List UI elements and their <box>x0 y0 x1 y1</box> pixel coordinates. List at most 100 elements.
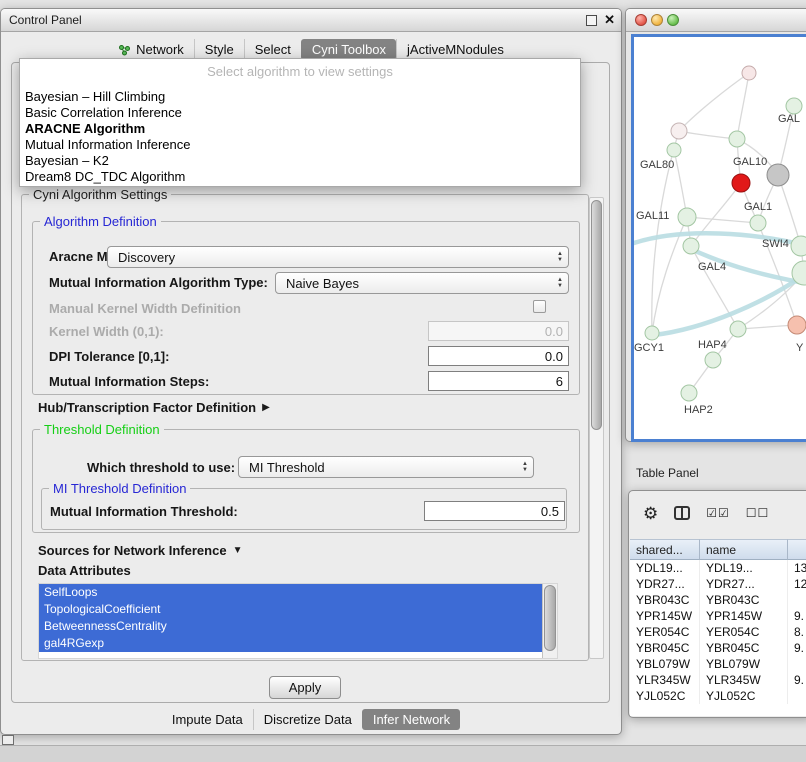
minimize-traffic-light-icon[interactable] <box>651 14 663 26</box>
table-row[interactable]: YDR27...YDR27...12 <box>630 576 806 592</box>
network-node[interactable] <box>671 123 687 139</box>
node-label: HAP2 <box>684 404 713 416</box>
table-panel-window: ⚙ ☑☑ ☐☐ shared...name YDL19...YDL19...13… <box>628 490 806 718</box>
columns-icon[interactable] <box>674 506 690 520</box>
kernel-width-input <box>428 321 569 341</box>
hub-expander[interactable]: Hub/Transcription Factor Definition ▶ <box>38 398 270 416</box>
apply-button[interactable]: Apply <box>269 676 341 699</box>
tab-discretize-data[interactable]: Discretize Data <box>253 709 362 730</box>
tab-jactivemnodules[interactable]: jActiveMNodules <box>396 39 514 60</box>
scrollbar-thumb[interactable] <box>591 200 602 430</box>
table-row[interactable]: YPR145WYPR145W9. <box>630 608 806 624</box>
manual-kernel-checkbox[interactable] <box>533 300 546 313</box>
table-row[interactable]: YBR043CYBR043C <box>630 592 806 608</box>
algorithm-option-dream8-dc-tdc-algorithm[interactable]: Dream8 DC_TDC Algorithm <box>20 169 580 185</box>
aracne-mode-dropdown[interactable]: Discovery ▲▼ <box>107 246 569 268</box>
gear-icon[interactable]: ⚙ <box>643 505 658 522</box>
network-canvas[interactable]: GALGAL80GAL10GAL11GAL1SWI4GAL4YGCY1HAP4H… <box>631 34 806 442</box>
sources-expander[interactable]: Sources for Network Inference ▼ <box>38 541 242 559</box>
node-label: GAL80 <box>640 159 674 171</box>
column-header[interactable] <box>788 539 806 560</box>
network-node[interactable] <box>730 321 746 337</box>
bottom-tabbar: Impute Data Discretize DataInfer Network <box>1 708 621 731</box>
algorithm-option-basic-correlation-inference[interactable]: Basic Correlation Inference <box>20 105 580 121</box>
table-row[interactable]: YBL079WYBL079W <box>630 656 806 672</box>
attribute-item-selfloops[interactable]: SelfLoops <box>39 584 543 601</box>
checked-boxes-icon[interactable]: ☑☑ <box>706 506 730 520</box>
network-edge <box>687 217 758 223</box>
table-cell: 9. <box>788 672 806 688</box>
cyni-settings-group: Cyni Algorithm Settings Algorithm Defini… <box>21 194 589 661</box>
tab-cyni-toolbox[interactable]: Cyni Toolbox <box>301 39 396 60</box>
control-panel-titlebar[interactable]: Control Panel ✕ <box>1 9 621 32</box>
network-node-gcy1[interactable] <box>645 326 659 340</box>
traffic-lights <box>635 14 679 26</box>
network-node-gal4[interactable] <box>683 238 699 254</box>
scrollbar-thumb[interactable] <box>544 585 556 651</box>
table-cell: YJL052C <box>630 688 700 704</box>
network-node-gal10[interactable] <box>732 174 750 192</box>
popup-placeholder: Select algorithm to view settings <box>20 59 580 89</box>
column-header[interactable]: shared... <box>630 539 700 560</box>
dpi-tolerance-input[interactable] <box>428 346 569 366</box>
table-cell: YDL19... <box>630 560 700 576</box>
mi-threshold-input[interactable] <box>424 501 565 521</box>
table-row[interactable]: YJL052CYJL052C <box>630 688 806 704</box>
column-header[interactable]: name <box>700 539 788 560</box>
dpi-tolerance-label: DPI Tolerance [0,1]: <box>49 349 169 364</box>
algorithm-option-aracne-algorithm[interactable]: ARACNE Algorithm <box>20 121 580 137</box>
network-node-gal[interactable] <box>786 98 802 114</box>
zoom-traffic-light-icon[interactable] <box>667 14 679 26</box>
close-traffic-light-icon[interactable] <box>635 14 647 26</box>
table-cell: YDR27... <box>630 576 700 592</box>
control-panel-window: Control Panel ✕ NetworkStyleSelectCyni T… <box>0 8 622 735</box>
table-row[interactable]: YLR345WYLR345W9. <box>630 672 806 688</box>
network-node-hap4[interactable] <box>705 352 721 368</box>
float-window-icon[interactable] <box>586 15 597 26</box>
data-attributes-title: Data Attributes <box>38 563 131 578</box>
close-icon[interactable]: ✕ <box>604 9 615 31</box>
network-node[interactable] <box>729 131 745 147</box>
tab-network[interactable]: Network <box>108 39 194 60</box>
network-edge <box>674 150 687 217</box>
tab-label: Impute Data <box>172 712 243 727</box>
table-row[interactable]: YBR045CYBR045C9. <box>630 640 806 656</box>
unchecked-boxes-icon[interactable]: ☐☐ <box>746 506 770 520</box>
network-graph-icon <box>118 44 131 56</box>
tab-impute-data[interactable]: Impute Data <box>162 709 253 730</box>
network-node-gal11[interactable] <box>678 208 696 226</box>
network-node-hap2[interactable] <box>681 385 697 401</box>
attribute-item-topologicalcoefficient[interactable]: TopologicalCoefficient <box>39 601 543 618</box>
algorithm-option-bayesian-hill-climbing[interactable]: Bayesian – Hill Climbing <box>20 89 580 105</box>
mi-steps-input[interactable] <box>428 371 569 391</box>
data-attribute-list: SelfLoopsTopologicalCoefficientBetweenne… <box>38 583 558 659</box>
attribute-item-betweennesscentrality[interactable]: BetweennessCentrality <box>39 618 543 635</box>
table-row[interactable]: YER054CYER054C8. <box>630 624 806 640</box>
network-node-y[interactable] <box>788 316 806 334</box>
network-node[interactable] <box>742 66 756 80</box>
network-window-titlebar[interactable] <box>626 9 806 32</box>
expander-collapsed-icon: ▶ <box>262 402 270 413</box>
mi-algorithm-type-dropdown[interactable]: Naive Bayes ▲▼ <box>275 272 569 294</box>
network-node[interactable] <box>767 164 789 186</box>
network-node-gal1[interactable] <box>750 215 766 231</box>
algorithm-option-bayesian-k2[interactable]: Bayesian – K2 <box>20 153 580 169</box>
hub-expander-label: Hub/Transcription Factor Definition <box>38 400 256 415</box>
tab-select[interactable]: Select <box>244 39 301 60</box>
tab-infer-network[interactable]: Infer Network <box>362 709 460 730</box>
settings-scrollbar[interactable] <box>589 197 604 659</box>
dropdown-value: Discovery <box>118 250 175 265</box>
manual-kernel-label: Manual Kernel Width Definition <box>49 301 241 316</box>
list-scrollbar[interactable] <box>542 584 557 658</box>
attribute-item-gal4rgexp[interactable]: gal4RGexp <box>39 635 543 652</box>
table-row[interactable]: YDL19...YDL19...13 <box>630 560 806 576</box>
panel-dock-icon[interactable] <box>2 735 14 745</box>
table-panel-title: Table Panel <box>636 466 699 480</box>
algorithm-definition-group: Algorithm Definition Aracne Mode: Discov… <box>32 221 580 395</box>
network-node-swi4[interactable] <box>791 236 806 256</box>
which-threshold-dropdown[interactable]: MI Threshold ▲▼ <box>238 456 534 478</box>
algorithm-option-mutual-information-inference[interactable]: Mutual Information Inference <box>20 137 580 153</box>
tab-style[interactable]: Style <box>194 39 244 60</box>
network-node-gal80[interactable] <box>667 143 681 157</box>
network-edge <box>679 73 749 131</box>
